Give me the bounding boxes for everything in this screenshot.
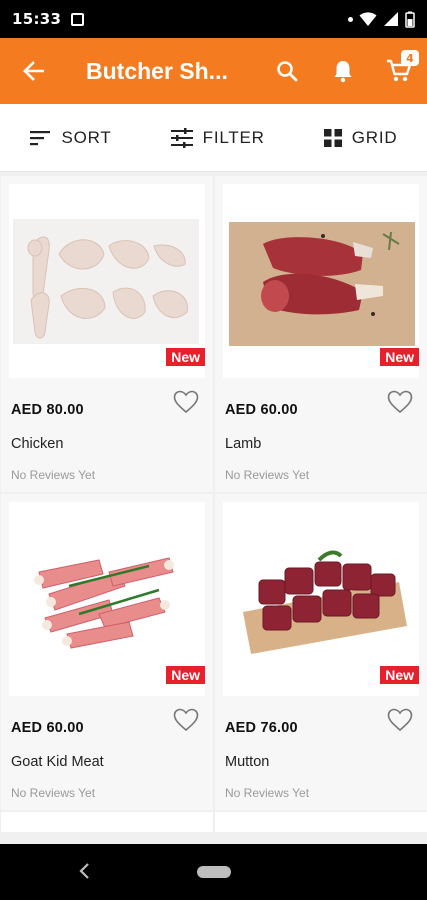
heart-icon[interactable]: [387, 390, 413, 414]
product-card-partial[interactable]: [1, 812, 213, 832]
app-bar: Butcher Sh... 4: [0, 38, 427, 104]
sort-icon: [29, 130, 50, 145]
sort-button[interactable]: SORT: [29, 127, 112, 148]
status-time: 15:33: [12, 10, 62, 28]
product-reviews: No Reviews Yet: [225, 786, 310, 800]
sort-label: SORT: [61, 127, 112, 147]
notification-dot-icon: [348, 16, 353, 22]
heart-icon[interactable]: [173, 390, 199, 414]
product-card[interactable]: New AED 60.00 Lamb No Reviews Yet: [215, 176, 427, 492]
product-grid: New AED 80.00 Chicken No Reviews Yet New…: [0, 172, 427, 844]
product-card[interactable]: New AED 76.00 Mutton No Reviews Yet: [215, 494, 427, 810]
product-price: AED 76.00: [225, 720, 298, 736]
new-badge: New: [380, 666, 419, 684]
grid-icon: [323, 128, 342, 147]
status-icons: [348, 11, 415, 28]
product-reviews: No Reviews Yet: [11, 786, 96, 800]
battery-icon: [405, 11, 415, 28]
cart-count-badge: 4: [401, 50, 419, 66]
heart-icon[interactable]: [173, 708, 199, 732]
grid-label: GRID: [351, 127, 398, 147]
nav-back-icon[interactable]: [78, 862, 90, 880]
new-badge: New: [166, 348, 205, 366]
product-reviews: No Reviews Yet: [225, 468, 310, 482]
product-name: Goat Kid Meat: [11, 754, 104, 770]
product-name: Mutton: [225, 754, 270, 770]
wifi-icon: [359, 12, 377, 26]
page-title: Butcher Sh...: [86, 57, 228, 84]
new-badge: New: [166, 666, 205, 684]
back-button[interactable]: [0, 38, 66, 104]
signal-icon: [384, 12, 398, 26]
product-name: Chicken: [11, 436, 64, 452]
bell-icon: [334, 61, 352, 83]
product-card[interactable]: New AED 80.00 Chicken No Reviews Yet: [1, 176, 213, 492]
notifications-button[interactable]: [315, 38, 371, 104]
product-price: AED 80.00: [11, 402, 84, 418]
product-price: AED 60.00: [11, 720, 84, 736]
grid-view-button[interactable]: GRID: [323, 127, 398, 148]
heart-icon[interactable]: [387, 708, 413, 732]
filter-label: FILTER: [202, 127, 265, 147]
product-card[interactable]: New AED 60.00 Goat Kid Meat No Reviews Y…: [1, 494, 213, 810]
search-icon: [277, 61, 298, 82]
product-price: AED 60.00: [225, 402, 298, 418]
filter-button[interactable]: FILTER: [170, 127, 265, 148]
image-notification-icon: [71, 12, 85, 26]
product-card-partial[interactable]: [215, 812, 427, 832]
new-badge: New: [380, 348, 419, 366]
cart-button[interactable]: 4: [371, 38, 427, 104]
filter-icon: [170, 127, 193, 148]
header-actions: 4: [259, 38, 427, 104]
list-toolbar: SORT FILTER GRID: [0, 104, 427, 172]
arrow-back-icon: [23, 61, 44, 81]
system-nav-bar: [0, 844, 427, 900]
status-bar: 15:33: [0, 0, 427, 38]
product-name: Lamb: [225, 436, 262, 452]
product-reviews: No Reviews Yet: [11, 468, 96, 482]
nav-home-pill[interactable]: [196, 866, 231, 878]
search-button[interactable]: [259, 38, 315, 104]
